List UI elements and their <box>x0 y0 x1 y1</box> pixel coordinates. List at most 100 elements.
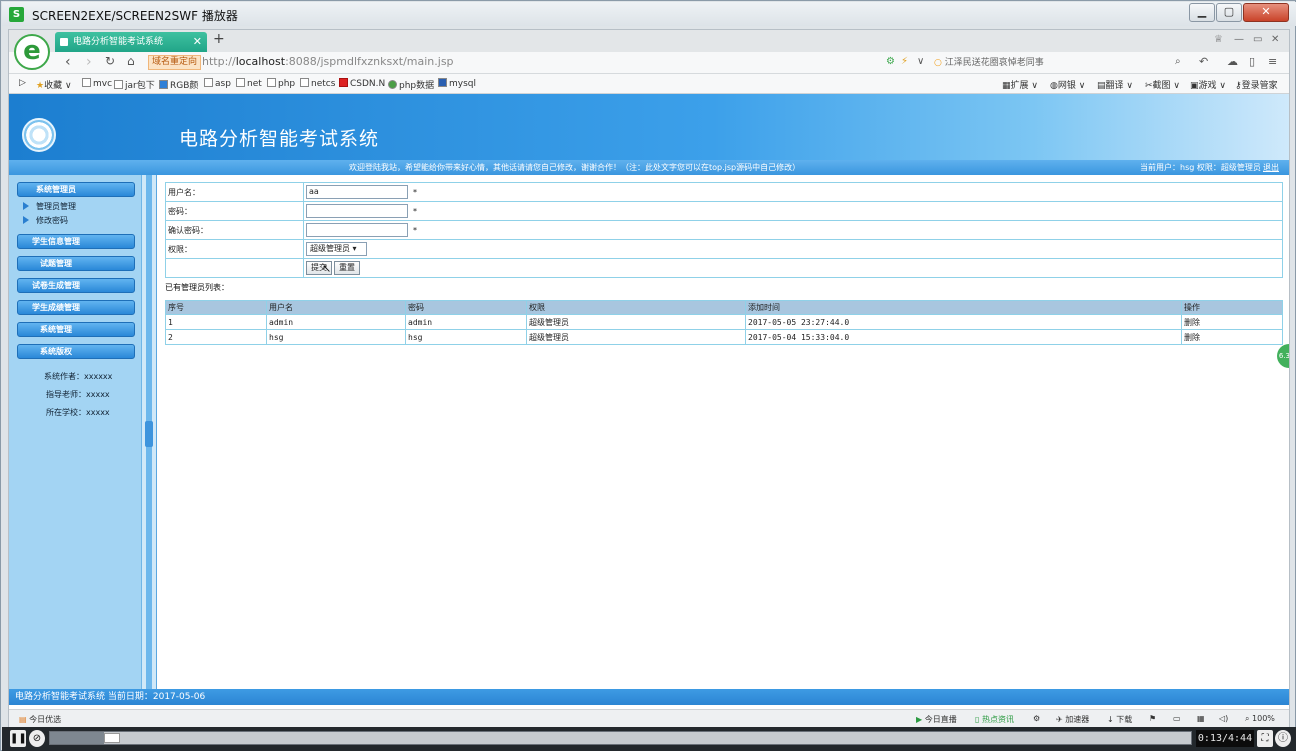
role-select[interactable]: 超级管理员 ▾ <box>306 242 367 256</box>
home-icon[interactable]: ⌂ <box>127 54 135 68</box>
form-row: 用户名： aa * <box>165 182 1283 202</box>
browser-logo-icon[interactable]: e <box>14 34 50 70</box>
bookmark-rgb[interactable]: RGB颜 <box>159 78 198 91</box>
search-suggestion[interactable]: ○ 江泽民送花圈哀悼老同事 <box>934 55 1184 71</box>
username-input[interactable]: aa <box>306 185 408 199</box>
status-zoom[interactable]: ⌕ 100% <box>1245 714 1275 724</box>
bookmark-net[interactable]: net <box>236 78 262 89</box>
progress-track[interactable] <box>49 731 1192 745</box>
lightning-icon[interactable]: ⚡ <box>901 56 908 67</box>
bookmark-netcs[interactable]: netcs <box>300 78 335 89</box>
page-icon <box>388 80 397 89</box>
url-field[interactable]: http://localhost:8088/jspmdlfxznksxt/mai… <box>202 55 454 68</box>
status-news[interactable]: ▯ 热点资讯 <box>975 714 1014 725</box>
bookmark-asp[interactable]: asp <box>204 78 231 89</box>
confirm-password-input[interactable] <box>306 223 408 237</box>
confirm-password-cell: * <box>303 220 1283 240</box>
menu-admin[interactable]: 系统管理员 <box>17 182 135 197</box>
menu-icon[interactable]: ≡ <box>1268 55 1277 68</box>
info-school: 所在学校：xxxxx <box>46 408 110 417</box>
reset-button[interactable]: 重置 <box>334 261 360 275</box>
frame-splitter[interactable] <box>142 175 157 689</box>
stop-button[interactable]: ⊘ <box>29 730 45 747</box>
menu-item-admin-manage[interactable]: 管理员管理 <box>23 201 76 212</box>
sidebar-menu: 系统管理员 管理员管理 修改密码 学生信息管理 试题管理 试卷生成管理 学生成绩… <box>9 175 142 689</box>
logout-link[interactable]: 退出 <box>1263 160 1279 175</box>
dropdown-icon[interactable]: ∨ <box>917 56 924 67</box>
delete-link[interactable]: 删除 <box>1181 329 1283 345</box>
browser-minimize-icon[interactable]: — <box>1234 34 1244 45</box>
tool-extensions[interactable]: ▦扩展 ∨ <box>1002 78 1038 91</box>
bookmark-label: CSDN.N <box>350 79 386 89</box>
window-close-button[interactable]: ✕ <box>1243 3 1289 22</box>
key-icon: ⚷ <box>1235 81 1242 91</box>
status-flag-icon[interactable]: ⚑ <box>1149 714 1156 723</box>
tab-active[interactable]: 电路分析智能考试系统 ✕ <box>55 32 207 52</box>
search-icon[interactable]: ⌕ <box>1175 56 1181 67</box>
status-live[interactable]: ▶ 今日直播 <box>916 714 957 725</box>
bookmark-jar[interactable]: jar包下 <box>114 78 155 91</box>
status-accelerator[interactable]: ✈ 加速器 <box>1056 714 1089 725</box>
bookmark-mysql[interactable]: mysql <box>438 78 476 89</box>
gamepad-icon: ▣ <box>1190 81 1199 91</box>
bookmark-favorites[interactable]: ★收藏 ∨ <box>36 78 72 91</box>
browser-restore-icon[interactable]: ▭ <box>1253 34 1262 45</box>
status-settings-icon[interactable]: ⚙ <box>1033 714 1040 723</box>
menu-copyright[interactable]: 系统版权 <box>17 344 135 359</box>
status-layout-icon[interactable]: ▦ <box>1197 714 1205 723</box>
bookmark-phpdata[interactable]: php数据 <box>388 78 434 91</box>
player-controls: ❚❚ ⊘ 0:13/4:44 ⛶ ⓘ <box>2 727 1296 751</box>
app-icon: S <box>9 7 24 22</box>
splitter-handle[interactable] <box>145 421 153 447</box>
security-icon[interactable]: ⚙ <box>886 56 895 67</box>
menu-item-change-password[interactable]: 修改密码 <box>23 215 68 226</box>
fullscreen-icon[interactable]: ⛶ <box>1257 730 1273 747</box>
menu-system[interactable]: 系统管理 <box>17 322 135 337</box>
menu-paper-generate[interactable]: 试卷生成管理 <box>17 278 135 293</box>
bookmark-csdn[interactable]: CSDN.N <box>339 78 385 89</box>
progress-handle[interactable] <box>104 733 120 743</box>
cell-username: admin <box>266 314 406 330</box>
menu-student-info[interactable]: 学生信息管理 <box>17 234 135 249</box>
minimize-button[interactable]: ▁ <box>1189 3 1215 22</box>
maximize-button[interactable]: ▢ <box>1216 3 1242 22</box>
password-input[interactable] <box>306 204 408 218</box>
back-icon[interactable]: ‹ <box>65 54 71 70</box>
window-titlebar[interactable]: S SCREEN2EXE/SCREEN2SWF 播放器 ▁ ▢ ✕ <box>2 2 1296 26</box>
password-label: 密码： <box>165 201 304 221</box>
phone-icon[interactable]: ▯ <box>1249 55 1255 68</box>
bookmark-label: php <box>278 79 296 89</box>
forward-icon[interactable]: › <box>86 54 92 70</box>
new-tab-button[interactable]: + <box>213 31 225 47</box>
cloud-icon[interactable]: ☁ <box>1227 55 1238 68</box>
browser-close-icon[interactable]: ✕ <box>1271 34 1279 45</box>
tool-login[interactable]: ⚷登录管家 <box>1235 78 1278 91</box>
status-volume-icon[interactable]: ◁) <box>1219 714 1228 723</box>
delete-link[interactable]: 删除 <box>1181 314 1283 330</box>
pause-button[interactable]: ❚❚ <box>10 730 27 747</box>
bookmark-mvc[interactable]: mvc <box>82 78 112 89</box>
reload-icon[interactable]: ↻ <box>105 54 115 68</box>
search-text: 江泽民送花圈哀悼老同事 <box>944 58 1044 68</box>
shirt-icon[interactable]: ♕ <box>1214 34 1223 45</box>
menu-scores[interactable]: 学生成绩管理 <box>17 300 135 315</box>
tool-banking[interactable]: ◍网银 ∨ <box>1050 78 1085 91</box>
tab-close-icon[interactable]: ✕ <box>193 32 202 52</box>
menu-questions[interactable]: 试题管理 <box>17 256 135 271</box>
page-icon <box>267 78 276 87</box>
col-action: 操作 <box>1181 300 1283 315</box>
status-window-icon[interactable]: ▭ <box>1173 714 1181 723</box>
status-today-picks[interactable]: ▤ 今日优选 <box>19 714 61 725</box>
bookmark-php[interactable]: php <box>267 78 295 89</box>
tool-screenshot[interactable]: ✂截图 ∨ <box>1145 78 1180 91</box>
table-row: 1 admin admin 超级管理员 2017-05-05 23:27:44.… <box>165 314 1283 330</box>
info-icon[interactable]: ⓘ <box>1275 730 1291 747</box>
form-row: 确认密码： * <box>165 220 1283 240</box>
site-logo-icon <box>22 118 56 152</box>
sidebar-toggle-icon[interactable]: ▷ <box>19 78 26 88</box>
tool-translate[interactable]: ▤翻译 ∨ <box>1097 78 1133 91</box>
tool-games[interactable]: ▣游戏 ∨ <box>1190 78 1226 91</box>
status-download[interactable]: ↓ 下载 <box>1107 714 1132 725</box>
redirect-badge[interactable]: 域名重定向 <box>148 55 202 70</box>
undo-icon[interactable]: ↶ <box>1199 55 1208 68</box>
